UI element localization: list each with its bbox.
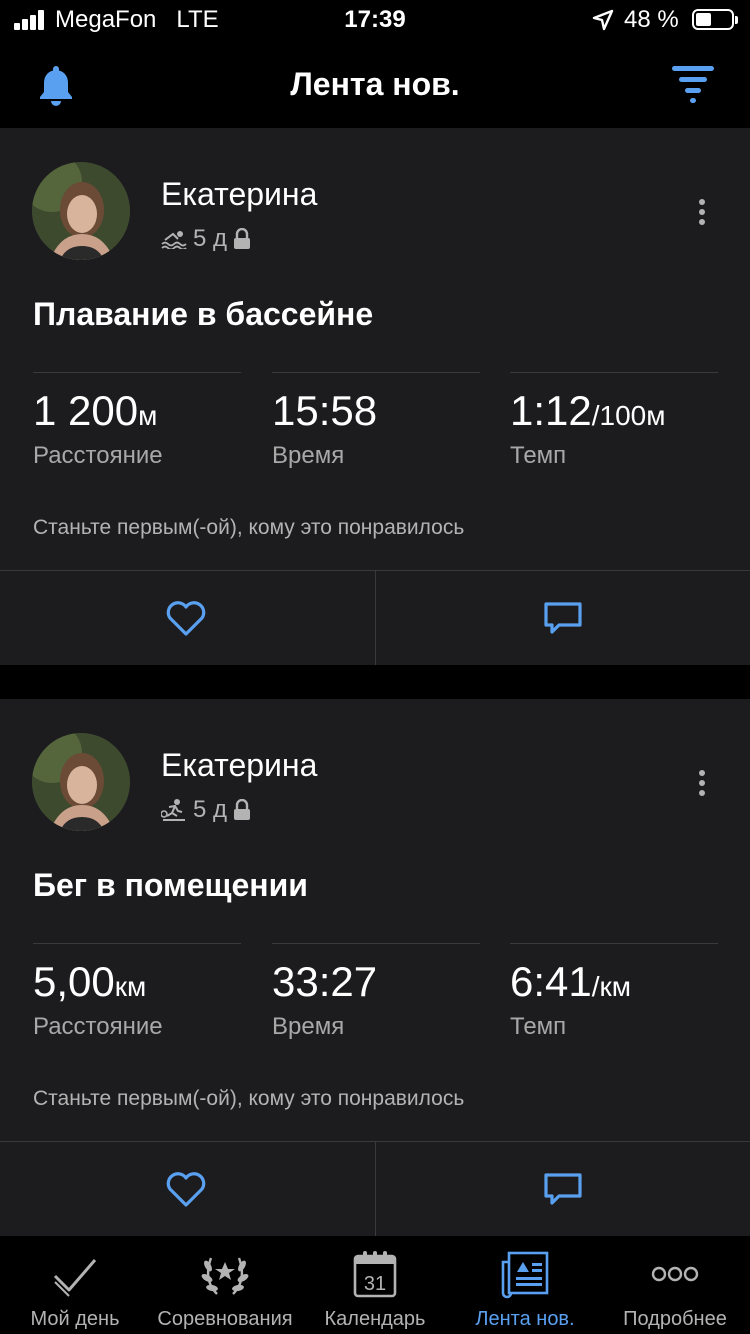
divider: [375, 1142, 376, 1236]
activity-card[interactable]: Екатерина 5 д Бег в помещении 5,00км Рас…: [0, 699, 750, 1236]
tab-bar: Мой день Соревнования 31 Календарь Лента…: [0, 1236, 750, 1334]
post-actions: [0, 1141, 750, 1236]
tab-label: Календарь: [324, 1308, 426, 1330]
stat-distance: 1 200м Расстояние: [33, 372, 241, 470]
battery-percent: 48 %: [624, 6, 679, 33]
newsfeed-icon: [501, 1251, 549, 1299]
calendar-day: 31: [364, 1273, 386, 1295]
post-age: 5 д: [193, 225, 228, 252]
stat-pace: 6:41/км Темп: [510, 943, 718, 1041]
likes-text[interactable]: Станьте первым(-ой), кому это понравилос…: [33, 1087, 464, 1111]
tab-newsfeed[interactable]: Лента нов.: [450, 1236, 600, 1334]
user-name[interactable]: Екатерина: [161, 747, 317, 784]
activity-title[interactable]: Плавание в бассейне: [33, 296, 373, 333]
divider: [375, 571, 376, 665]
tab-challenges[interactable]: Соревнования: [150, 1236, 300, 1334]
avatar[interactable]: [32, 162, 130, 260]
swim-icon: [161, 231, 187, 249]
laurel-icon: [201, 1257, 249, 1295]
status-bar: MegaFon LTE 17:39 48 %: [0, 0, 750, 44]
more-dots-icon: [651, 1266, 699, 1282]
stat-distance: 5,00км Расстояние: [33, 943, 241, 1041]
tab-label: Подробнее: [623, 1308, 727, 1330]
post-meta: 5 д: [161, 224, 251, 254]
stat-time: 15:58 Время: [272, 372, 480, 470]
tab-calendar[interactable]: 31 Календарь: [300, 1236, 450, 1334]
activity-title[interactable]: Бег в помещении: [33, 867, 308, 904]
stat-pace: 1:12/100м Темп: [510, 372, 718, 470]
avatar[interactable]: [32, 733, 130, 831]
lock-icon: [234, 228, 251, 249]
checkmark-icon: [53, 1259, 97, 1297]
comment-icon[interactable]: [543, 1172, 583, 1208]
post-meta: 5 д: [161, 795, 251, 825]
more-vertical-icon[interactable]: [694, 769, 710, 799]
tab-label: Лента нов.: [475, 1308, 575, 1330]
page-title: Лента нов.: [290, 66, 460, 102]
tab-more[interactable]: Подробнее: [600, 1236, 750, 1334]
tab-label: Соревнования: [157, 1308, 293, 1330]
user-name[interactable]: Екатерина: [161, 176, 317, 213]
post-age: 5 д: [193, 796, 228, 823]
location-arrow-icon: [592, 9, 614, 31]
battery-icon: [692, 9, 738, 30]
heart-icon[interactable]: [165, 1172, 207, 1208]
tab-my-day[interactable]: Мой день: [0, 1236, 150, 1334]
post-actions: [0, 570, 750, 665]
comment-icon[interactable]: [543, 601, 583, 637]
more-vertical-icon[interactable]: [694, 198, 710, 228]
nav-header: Лента нов.: [0, 44, 750, 128]
tab-label: Мой день: [30, 1308, 120, 1330]
filter-icon[interactable]: [670, 64, 716, 104]
likes-text[interactable]: Станьте первым(-ой), кому это понравилос…: [33, 516, 464, 540]
heart-icon[interactable]: [165, 601, 207, 637]
lock-icon: [234, 799, 251, 820]
treadmill-run-icon: [161, 799, 185, 821]
stat-time: 33:27 Время: [272, 943, 480, 1041]
calendar-icon: 31: [353, 1251, 397, 1298]
activity-card[interactable]: Екатерина 5 д Плавание в бассейне 1 200м…: [0, 128, 750, 665]
